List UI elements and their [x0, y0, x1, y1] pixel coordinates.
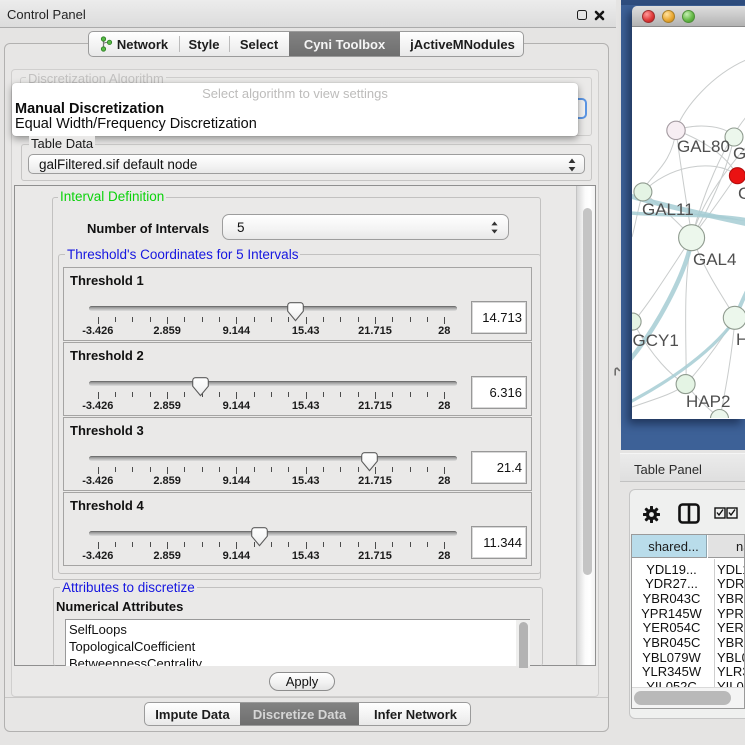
- svg-text:GAL80: GAL80: [677, 137, 730, 156]
- svg-text:GAL4: GAL4: [693, 250, 736, 269]
- svg-text:H: H: [736, 330, 745, 349]
- svg-text:C: C: [738, 184, 745, 203]
- svg-text:GAL11: GAL11: [642, 200, 694, 219]
- svg-text:HAP2: HAP2: [686, 392, 730, 411]
- svg-text:GCY1: GCY1: [633, 331, 679, 350]
- svg-text:GA: GA: [733, 144, 745, 163]
